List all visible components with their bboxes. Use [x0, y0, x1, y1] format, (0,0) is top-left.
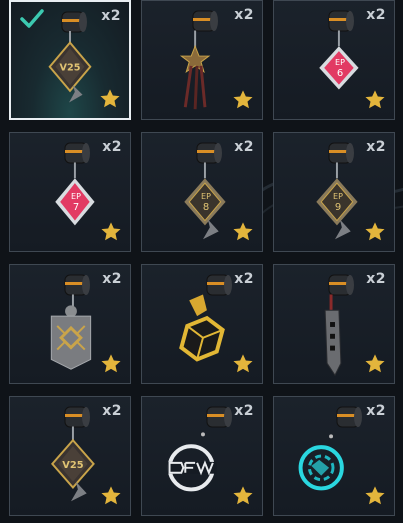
favorite-star-icon[interactable]: [232, 353, 254, 375]
inventory-slot[interactable]: x2 EP 6: [273, 0, 395, 120]
favorite-star-icon[interactable]: [100, 485, 122, 507]
favorite-star-icon[interactable]: [364, 221, 386, 243]
inventory-slot[interactable]: x2 V25: [9, 396, 131, 516]
ep-label-number: 7: [72, 202, 80, 213]
inventory-slot[interactable]: x2: [273, 396, 395, 516]
favorite-star-icon[interactable]: [232, 89, 254, 111]
inventory-slot[interactable]: x2: [141, 264, 263, 384]
favorite-star-icon[interactable]: [232, 221, 254, 243]
ep-label-number: 6: [336, 68, 344, 79]
favorite-star-icon[interactable]: [364, 485, 386, 507]
svg-text:V25: V25: [62, 460, 83, 471]
svg-text:V25: V25: [60, 63, 81, 74]
favorite-star-icon[interactable]: [99, 88, 121, 110]
ep-label-top: EP: [335, 58, 345, 67]
inventory-slot[interactable]: x2 EP 7: [9, 132, 131, 252]
inventory-slot[interactable]: x2 EP 8: [141, 132, 263, 252]
inventory-slot[interactable]: x2: [9, 264, 131, 384]
ep-label-number: 9: [334, 202, 342, 213]
ep-label-top: EP: [333, 192, 343, 201]
ep-label-top: EP: [71, 192, 81, 201]
inventory-slot[interactable]: x2: [141, 396, 263, 516]
ep-label-top: EP: [201, 192, 211, 201]
inventory-slot[interactable]: x2 V25: [9, 0, 131, 120]
favorite-star-icon[interactable]: [364, 89, 386, 111]
favorite-star-icon[interactable]: [100, 221, 122, 243]
inventory-slot[interactable]: x2: [141, 0, 263, 120]
favorite-star-icon[interactable]: [100, 353, 122, 375]
favorite-star-icon[interactable]: [232, 485, 254, 507]
favorite-star-icon[interactable]: [364, 353, 386, 375]
inventory-slot[interactable]: x2 EP 9: [273, 132, 395, 252]
inventory-grid: x2 V25 x2 x2 EP 6 x2 EP 7 x2 EP 8 x2 EP …: [9, 0, 395, 516]
inventory-slot[interactable]: x2: [273, 264, 395, 384]
ep-label-number: 8: [202, 202, 210, 213]
